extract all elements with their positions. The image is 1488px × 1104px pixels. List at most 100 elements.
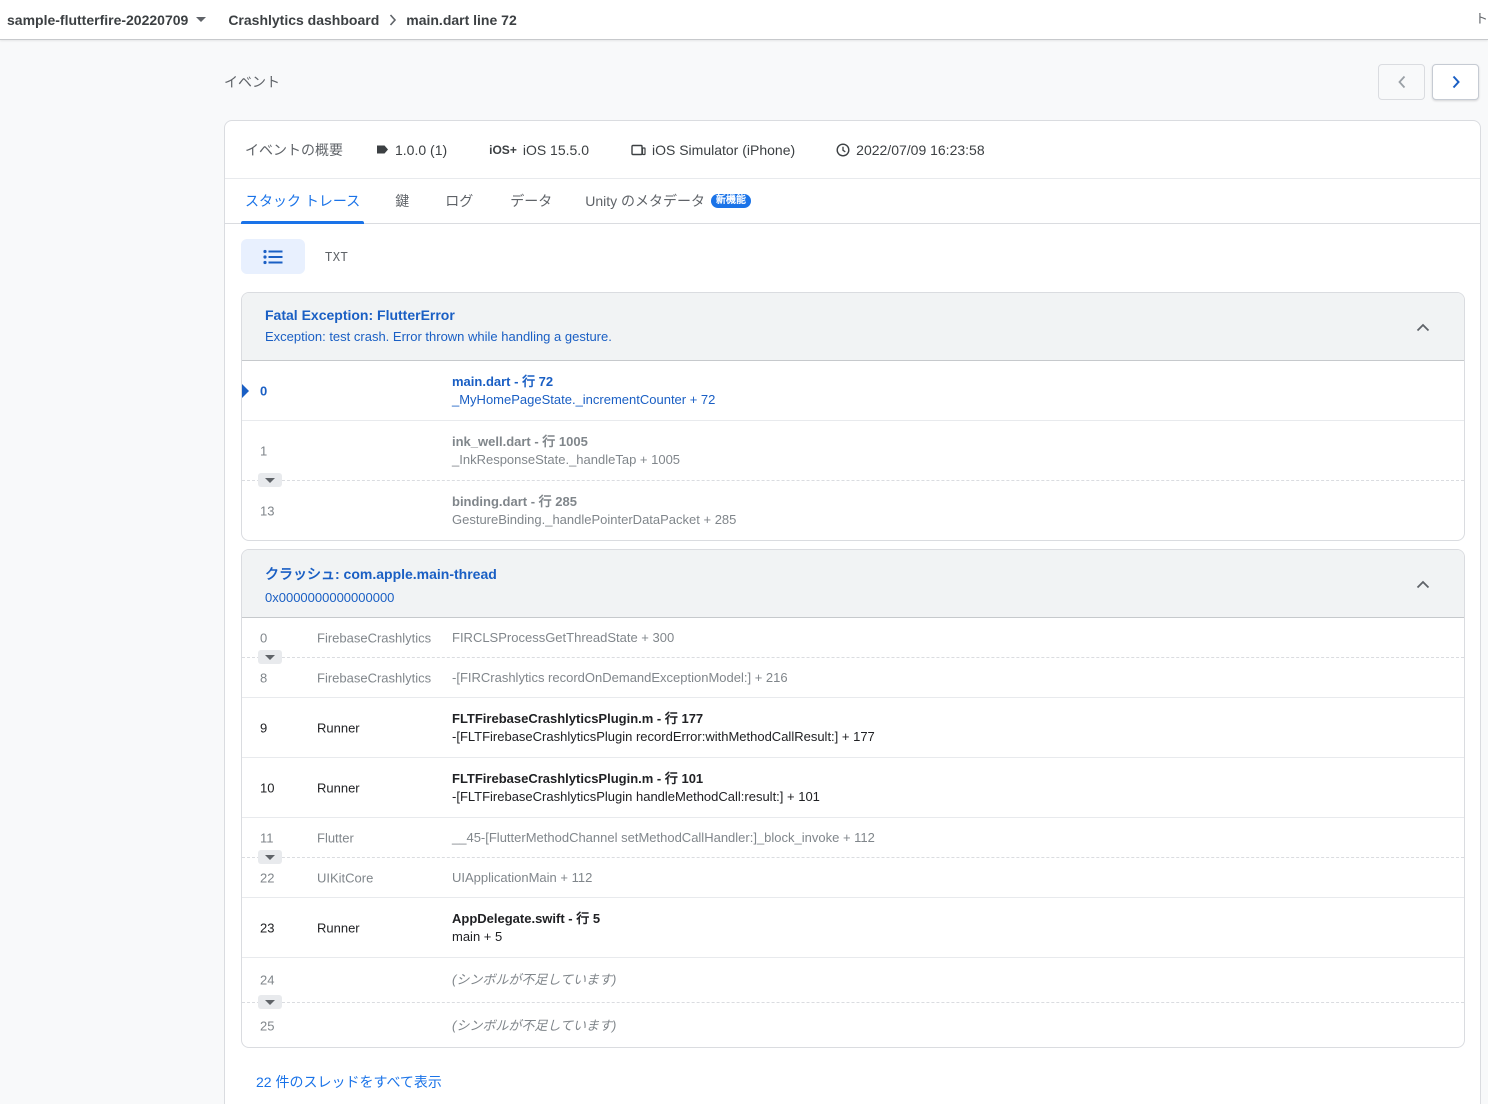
- show-all-threads-link[interactable]: 22 件のスレッドをすべて表示: [256, 1072, 442, 1092]
- breadcrumb-current: main.dart line 72: [406, 11, 517, 28]
- tab-data[interactable]: データ: [506, 178, 556, 223]
- frame-symbol: __45-[FlutterMethodChannel setMethodCall…: [452, 829, 875, 845]
- frame-library: UIKitCore: [317, 870, 374, 885]
- expand-frames-button[interactable]: [258, 995, 282, 1009]
- chevron-up-icon[interactable]: [1416, 319, 1430, 337]
- project-selector[interactable]: sample-flutterfire-20220709: [7, 11, 207, 28]
- os-value: iOS 15.5.0: [522, 141, 589, 158]
- new-badge: 新機能: [711, 193, 751, 208]
- top-bar: sample-flutterfire-20220709 Crashlytics …: [0, 0, 1488, 40]
- frame-index: 9: [260, 720, 268, 735]
- frame-library: Runner: [317, 920, 360, 935]
- tab-logs[interactable]: ログ: [441, 178, 477, 223]
- stack-frame[interactable]: 23 Runner AppDelegate.swift - 行 5 main +…: [242, 898, 1464, 958]
- expand-frames-button[interactable]: [258, 850, 282, 864]
- summary-label: イベントの概要: [245, 141, 343, 158]
- stack-frame[interactable]: 13 binding.dart - 行 285 GestureBinding._…: [242, 481, 1464, 540]
- section-title: イベント: [224, 74, 280, 90]
- frame-index: 24: [260, 972, 275, 988]
- selected-frame-marker: [242, 383, 249, 398]
- detail-tabs: スタック トレース 鍵 ログ データ Unity のメタデータ 新機能: [225, 179, 1480, 224]
- tag-icon: [376, 144, 389, 155]
- frame-library: Runner: [317, 780, 360, 795]
- list-view-toggle[interactable]: [241, 239, 305, 274]
- previous-event-button[interactable]: [1378, 64, 1425, 100]
- expand-frames-button[interactable]: [258, 473, 282, 487]
- frame-symbol: -[FLTFirebaseCrashlyticsPlugin recordErr…: [452, 728, 875, 744]
- frame-symbol: _InkResponseState._handleTap + 1005: [452, 451, 681, 467]
- tab-keys[interactable]: 鍵: [391, 178, 413, 223]
- stack-frame[interactable]: 8 FirebaseCrashlytics -[FIRCrashlytics r…: [242, 658, 1464, 698]
- frame-library: FirebaseCrashlytics: [317, 670, 432, 685]
- expand-frames-button[interactable]: [258, 650, 282, 664]
- frame-index: 25: [260, 1018, 275, 1033]
- chevron-right-icon: [1452, 75, 1460, 89]
- tab-unity-metadata[interactable]: Unity のメタデータ 新機能: [581, 178, 755, 223]
- frame-index: 8: [260, 670, 268, 685]
- version-value: 1.0.0 (1): [395, 141, 448, 158]
- thread-subtitle: Exception: test crash. Error thrown whil…: [265, 329, 612, 344]
- stack-frame[interactable]: 1 ink_well.dart - 行 1005 _InkResponseSta…: [242, 421, 1464, 487]
- stack-frame[interactable]: 10 Runner FLTFirebaseCrashlyticsPlugin.m…: [242, 758, 1464, 818]
- stack-frame[interactable]: 9 Runner FLTFirebaseCrashlyticsPlugin.m …: [242, 698, 1464, 758]
- stack-frame[interactable]: 22 UIKitCore UIApplicationMain + 112: [242, 858, 1464, 898]
- tab-label: ログ: [445, 192, 474, 209]
- frame-index: 23: [260, 920, 275, 935]
- thread-header[interactable]: Fatal Exception: FlutterError Exception:…: [242, 293, 1464, 361]
- device-value: iOS Simulator (iPhone): [651, 141, 796, 158]
- event-card: イベントの概要 1.0.0 (1) iOS+ iOS 15.5.0 iOS Si…: [224, 120, 1481, 1104]
- frame-symbol: -[FLTFirebaseCrashlyticsPlugin handleMet…: [452, 788, 820, 804]
- frame-symbol: _MyHomePageState._incrementCounter + 72: [452, 391, 716, 407]
- stack-frame[interactable]: 25 (シンボルが不足しています): [242, 1003, 1464, 1047]
- timestamp-value: 2022/07/09 16:23:58: [856, 141, 985, 158]
- device-icon: [631, 144, 646, 156]
- next-event-button[interactable]: [1432, 64, 1479, 100]
- tab-stack-trace[interactable]: スタック トレース: [241, 178, 365, 224]
- tab-label: 鍵: [395, 192, 410, 209]
- frame-index: 0: [260, 383, 268, 398]
- frame-symbol: UIApplicationMain + 112: [452, 869, 593, 885]
- list-icon: [263, 249, 283, 264]
- event-summary: イベントの概要 1.0.0 (1) iOS+ iOS 15.5.0 iOS Si…: [225, 121, 1480, 179]
- topbar-edge-text: ト: [1474, 11, 1488, 26]
- breadcrumb-crashlytics-dashboard[interactable]: Crashlytics dashboard: [228, 12, 379, 28]
- stack-frame[interactable]: 0 main.dart - 行 72 _MyHomePageState._inc…: [242, 361, 1464, 421]
- frame-index: 11: [260, 830, 274, 845]
- frame-file: AppDelegate.swift - 行 5: [452, 910, 601, 926]
- frame-library: Runner: [317, 720, 360, 735]
- ios-icon: iOS+: [489, 142, 517, 157]
- tab-label: スタック トレース: [245, 192, 361, 209]
- frame-file: FLTFirebaseCrashlyticsPlugin.m - 行 177: [452, 710, 704, 726]
- thread-title: Fatal Exception: FlutterError: [265, 307, 455, 323]
- frame-index: 10: [260, 780, 275, 795]
- thread-title: クラッシュ: com.apple.main-thread: [265, 566, 497, 582]
- chevron-left-icon: [1397, 75, 1405, 89]
- frame-index: 13: [260, 503, 275, 519]
- chevron-up-icon[interactable]: [1416, 576, 1430, 594]
- project-name: sample-flutterfire-20220709: [7, 11, 189, 28]
- txt-view-toggle[interactable]: TXT: [325, 250, 348, 264]
- os-info: iOS+ iOS 15.5.0: [489, 142, 589, 158]
- thread-main: クラッシュ: com.apple.main-thread 0x000000000…: [241, 549, 1465, 1048]
- tab-label: Unity のメタデータ: [585, 192, 705, 209]
- frame-symbol: (シンボルが不足しています): [452, 972, 617, 987]
- stack-frame[interactable]: 24 (シンボルが不足しています): [242, 958, 1464, 1009]
- stack-frame[interactable]: 11 Flutter __45-[FlutterMethodChannel se…: [242, 818, 1464, 864]
- frame-symbol: FIRCLSProcessGetThreadState + 300: [452, 629, 675, 645]
- clock-icon: [836, 142, 850, 157]
- tab-label: データ: [510, 192, 553, 209]
- frame-file: FLTFirebaseCrashlyticsPlugin.m - 行 101: [452, 770, 704, 786]
- frame-file: ink_well.dart - 行 1005: [452, 433, 588, 449]
- thread-fatal-exception: Fatal Exception: FlutterError Exception:…: [241, 292, 1465, 541]
- frame-index: 22: [260, 870, 275, 885]
- chevron-down-icon: [196, 17, 207, 22]
- frame-file: binding.dart - 行 285: [452, 494, 577, 509]
- chevron-right-icon: [389, 13, 397, 26]
- frame-symbol: -[FIRCrashlytics recordOnDemandException…: [452, 669, 788, 685]
- stack-frame[interactable]: 0 FirebaseCrashlytics FIRCLSProcessGetTh…: [242, 618, 1464, 664]
- thread-header[interactable]: クラッシュ: com.apple.main-thread 0x000000000…: [242, 550, 1464, 618]
- device-info: iOS Simulator (iPhone): [631, 142, 795, 158]
- frame-symbol: main + 5: [452, 928, 503, 944]
- version-info: 1.0.0 (1): [376, 142, 447, 158]
- frame-symbol: (シンボルが不足しています): [452, 1017, 617, 1033]
